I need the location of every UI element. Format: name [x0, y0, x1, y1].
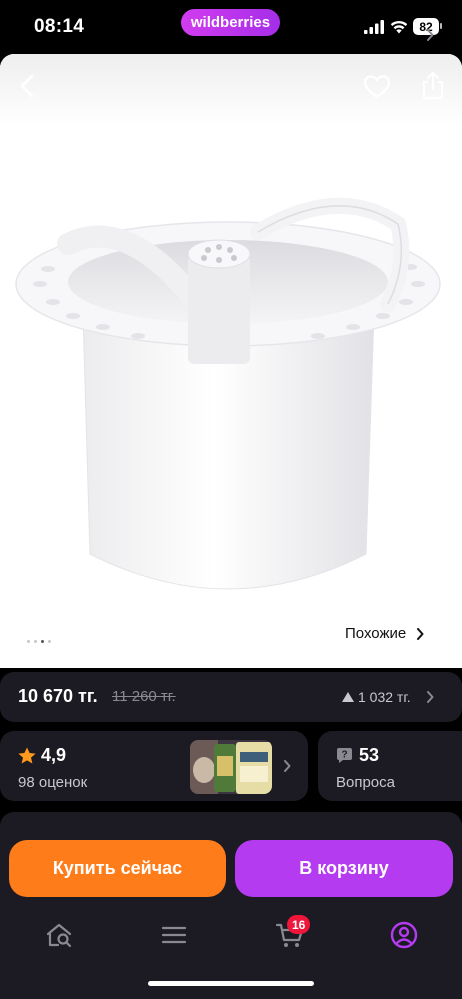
status-bar: 08:14 wildberries 82 [0, 0, 462, 54]
status-time: 08:14 [34, 16, 85, 37]
similar-label: Похожие [345, 625, 407, 642]
price-old: 11 260 тг. [112, 688, 176, 705]
gallery-dot [48, 640, 51, 643]
product-image [15, 197, 441, 590]
buy-now-button[interactable]: Купить сейчас [9, 840, 226, 897]
questions-count: 53 [359, 745, 380, 765]
star-icon [18, 747, 36, 764]
wifi-icon [390, 20, 408, 34]
question-icon: ? [337, 748, 352, 763]
chevron-right-icon [427, 29, 434, 41]
heart-icon[interactable] [363, 74, 391, 100]
signal-icon [364, 20, 384, 34]
gallery-pagination [27, 640, 51, 643]
cart-count-badge: 16 [287, 915, 311, 934]
bottom-action-bar: Купить сейчас В корзину 16 [0, 826, 462, 999]
svg-text:?: ? [341, 750, 347, 761]
brand-name: wildberries [190, 14, 271, 31]
questions-label: Вопроса [336, 774, 395, 791]
gallery-header-shade [0, 54, 462, 126]
home-icon[interactable] [44, 920, 74, 950]
chevron-right-icon [417, 627, 424, 640]
gallery-dot [27, 640, 30, 643]
review-photos-thumbnail[interactable] [190, 740, 272, 794]
price-change-value: 1 032 тг. [358, 689, 411, 705]
catalog-icon[interactable] [159, 920, 189, 950]
add-to-cart-button[interactable]: В корзину [235, 840, 453, 897]
price-change: 1 032 тг. [342, 689, 411, 705]
profile-icon[interactable] [389, 920, 419, 950]
rating-count: 98 оценок [18, 774, 88, 791]
rating-value: 4,9 [41, 745, 67, 765]
rating-card[interactable]: 4,9 98 оценок [0, 731, 308, 801]
triangle-up-icon [342, 692, 354, 702]
gallery-dot-active [41, 640, 44, 643]
home-indicator [148, 981, 314, 986]
brand-logo: wildberries [181, 9, 280, 36]
gallery-dot [34, 640, 37, 643]
chevron-right-icon [284, 760, 291, 772]
back-icon[interactable] [14, 72, 42, 100]
battery-tip [440, 23, 442, 29]
price-current: 10 670 тг. [18, 686, 98, 706]
questions-card[interactable]: ? 53 Вопроса [318, 731, 462, 801]
share-icon[interactable] [420, 71, 446, 101]
similar-products-link[interactable]: Похожие [345, 625, 424, 642]
price-card[interactable]: 10 670 тг. 11 260 тг. 1 032 тг. [0, 672, 462, 722]
chevron-right-icon [427, 691, 434, 703]
product-gallery[interactable]: Похожие [0, 54, 462, 668]
